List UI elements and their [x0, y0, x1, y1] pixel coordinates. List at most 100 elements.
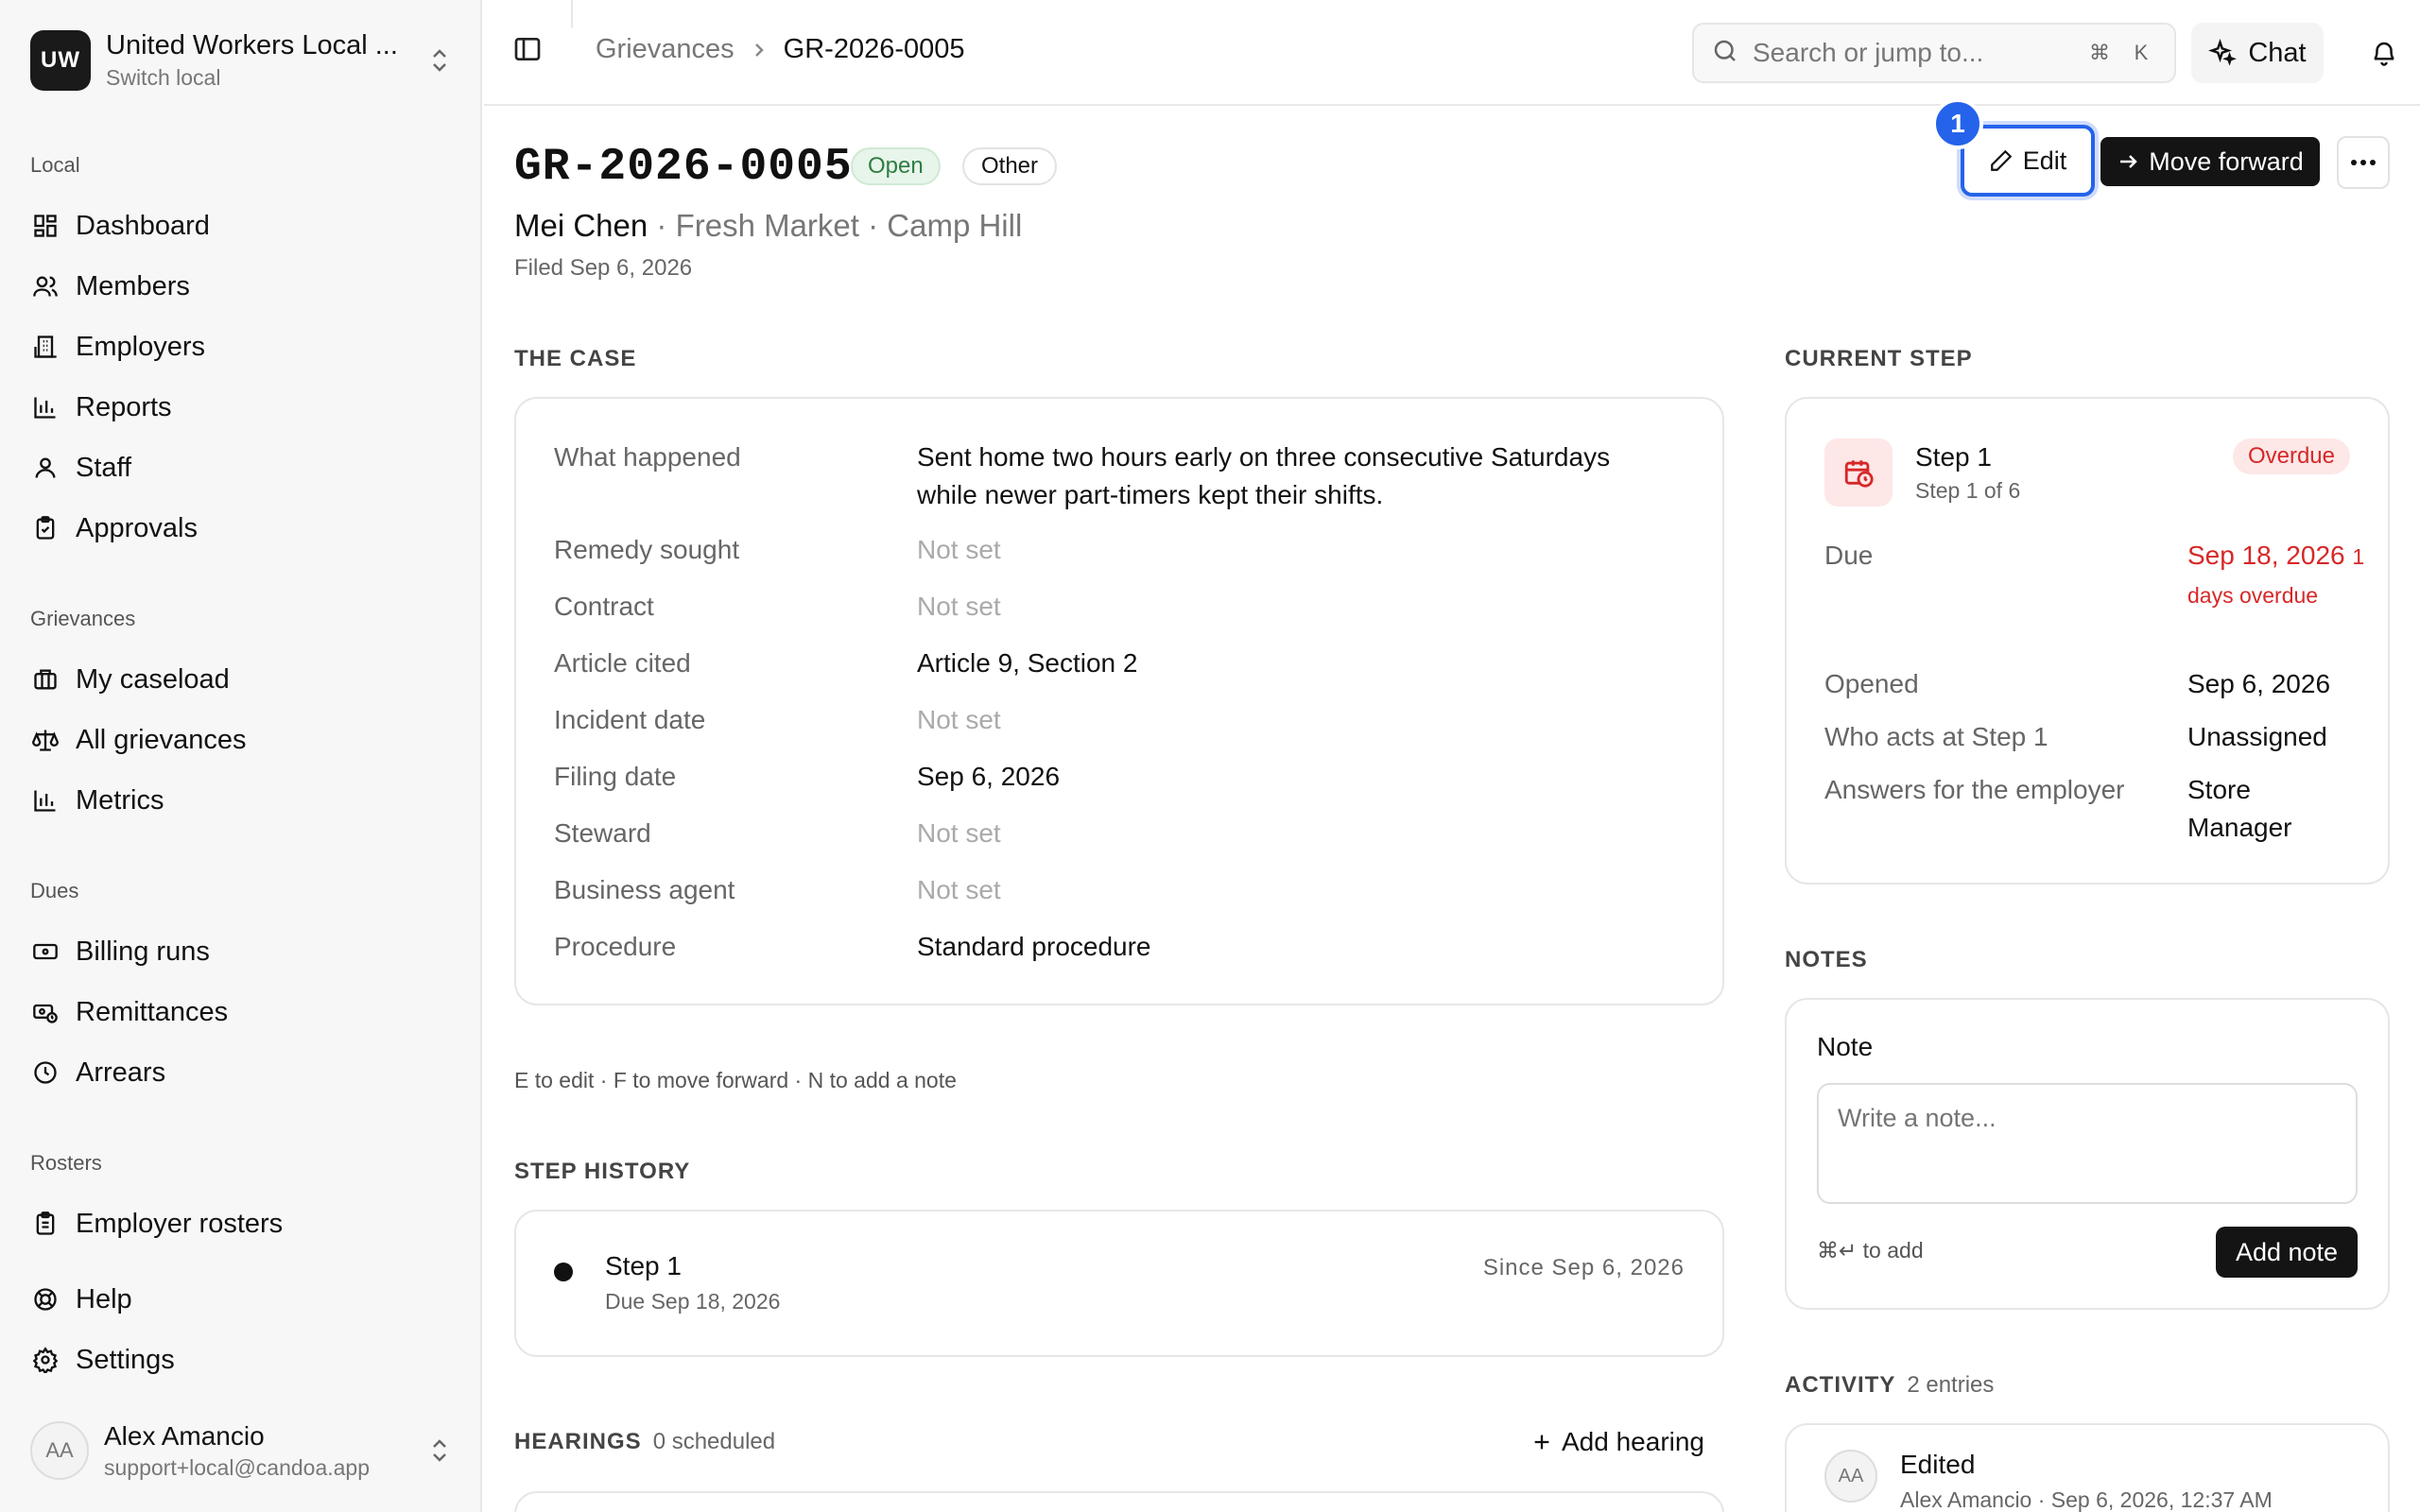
label-what-happened: What happened — [554, 442, 741, 472]
label-article-cited: Article cited — [554, 648, 691, 678]
sidebar-item-label: Metrics — [76, 784, 164, 816]
add-hearing-button[interactable]: Add hearing — [1531, 1427, 1704, 1457]
nav-section-grievances: Grievances — [30, 607, 136, 630]
sidebar-item-help[interactable]: Help — [30, 1276, 446, 1323]
sidebar-item-label: Employers — [76, 331, 205, 362]
value-what-happened: Sent home two hours early on three conse… — [917, 442, 1611, 509]
label-procedure: Procedure — [554, 932, 677, 961]
edit-label: Edit — [2022, 146, 2067, 175]
section-hearings: HEARINGS 0 scheduled — [514, 1429, 775, 1455]
local-switcher[interactable]: UW United Workers Local ... Switch local — [30, 30, 454, 91]
clipboard-list-icon — [30, 1209, 60, 1239]
section-the-case: THE CASE — [514, 346, 637, 371]
note-textarea[interactable] — [1817, 1083, 2358, 1204]
value-business-agent: Not set — [917, 875, 1001, 904]
label-business-agent: Business agent — [554, 875, 735, 904]
sidebar-item-arrears[interactable]: Arrears — [30, 1049, 446, 1096]
sidebar-item-staff[interactable]: Staff — [30, 444, 446, 491]
activity-card: AA Edited Alex Amancio · Sep 6, 2026, 12… — [1785, 1423, 2390, 1512]
sidebar-item-reports[interactable]: Reports — [30, 384, 446, 431]
note-shortcut-hint: ⌘↵ to add — [1817, 1238, 1924, 1263]
edit-button[interactable]: Edit — [1961, 125, 2095, 197]
search-input[interactable]: Search or jump to... ⌘ K — [1692, 23, 2176, 83]
user-name: Alex Amancio — [104, 1420, 265, 1451]
banknote-icon — [30, 936, 60, 967]
breadcrumb-grievances[interactable]: Grievances — [596, 34, 735, 65]
employer-location: · Fresh Market · Camp Hill — [656, 208, 1023, 243]
sidebar: UW United Workers Local ... Switch local… — [0, 0, 482, 1512]
sidebar-item-metrics[interactable]: Metrics — [30, 777, 446, 824]
label-incident-date: Incident date — [554, 705, 706, 734]
breadcrumb-current: GR-2026-0005 — [783, 34, 965, 64]
sidebar-item-members[interactable]: Members — [30, 263, 446, 310]
user-email: support+local@candoa.app — [104, 1454, 371, 1480]
label-opened: Opened — [1824, 669, 1919, 698]
shortcuts-hint: E to edit · F to move forward · N to add… — [514, 1068, 957, 1092]
sidebar-item-remittances[interactable]: Remittances — [30, 988, 446, 1036]
chevron-updown-icon — [425, 1432, 454, 1469]
users-icon — [30, 271, 60, 301]
value-steward: Not set — [917, 818, 1001, 848]
sidebar-item-all-grievances[interactable]: All grievances — [30, 716, 446, 764]
activity-title: ACTIVITY — [1785, 1372, 1896, 1398]
sidebar-item-approvals[interactable]: Approvals — [30, 505, 446, 552]
sidebar-item-employers[interactable]: Employers — [30, 323, 446, 370]
plus-icon — [1531, 1432, 1552, 1452]
sidebar-item-dashboard[interactable]: Dashboard — [30, 202, 446, 249]
page-title: GR-2026-0005 — [514, 142, 853, 193]
org-name: United Workers Local ... — [106, 30, 398, 60]
more-options-button[interactable] — [2337, 136, 2390, 189]
topbar: Grievances GR-2026-0005 Search or jump t… — [484, 0, 2420, 106]
bar-chart-icon — [30, 392, 60, 422]
clipboard-check-icon — [30, 513, 60, 543]
user-menu[interactable]: AA Alex Amancio support+local@candoa.app — [30, 1418, 454, 1484]
chat-button[interactable]: Chat — [2191, 23, 2324, 83]
status-badge: Open — [851, 147, 941, 185]
clock-icon — [30, 1057, 60, 1088]
sidebar-item-settings[interactable]: Settings — [30, 1336, 446, 1383]
label-filing-date: Filing date — [554, 762, 677, 791]
building-icon — [30, 332, 60, 362]
sidebar-item-label: Billing runs — [76, 936, 210, 967]
nav-section-rosters: Rosters — [30, 1151, 102, 1175]
section-notes: NOTES — [1785, 947, 1868, 972]
activity-avatar: AA — [1824, 1450, 1877, 1503]
user-icon — [30, 453, 60, 483]
sidebar-item-label: Help — [76, 1283, 132, 1314]
sidebar-item-my-caseload[interactable]: My caseload — [30, 656, 446, 703]
note-label: Note — [1817, 1032, 1874, 1061]
step-dot — [554, 1263, 573, 1281]
value-procedure: Standard procedure — [917, 932, 1151, 961]
sparkles-icon — [2208, 39, 2238, 67]
bar-chart-icon — [30, 785, 60, 816]
add-note-button[interactable]: Add note — [2216, 1227, 2358, 1278]
case-details-card: What happened Sent home two hours early … — [514, 397, 1724, 1005]
sidebar-toggle-icon[interactable] — [512, 34, 550, 72]
ellipsis-icon — [2350, 154, 2377, 171]
shortcut-k: K — [2134, 41, 2149, 64]
search-placeholder: Search or jump to... — [1753, 38, 1984, 67]
sidebar-item-billing-runs[interactable]: Billing runs — [30, 928, 446, 975]
move-forward-button[interactable]: Move forward — [2100, 137, 2320, 186]
activity-count: 2 entries — [1907, 1372, 1995, 1398]
member-name[interactable]: Mei Chen — [514, 208, 648, 243]
value-answers-for-employer: Store Manager — [2187, 775, 2292, 842]
sidebar-item-employer-rosters[interactable]: Employer rosters — [30, 1200, 446, 1247]
value-who-acts: Unassigned — [2187, 722, 2327, 751]
hearings-card — [514, 1491, 1724, 1512]
value-remedy-sought: Not set — [917, 535, 1001, 564]
sidebar-item-label: Arrears — [76, 1057, 166, 1088]
category-badge: Other — [962, 147, 1058, 185]
divider — [571, 0, 573, 28]
label-who-acts: Who acts at Step 1 — [1824, 722, 2048, 751]
gear-icon — [30, 1345, 60, 1375]
switch-local-label: Switch local — [106, 65, 221, 90]
label-remedy-sought: Remedy sought — [554, 535, 740, 564]
case-subtitle: Mei Chen · Fresh Market · Camp Hill — [514, 208, 1022, 244]
activity-entry-meta: Alex Amancio · Sep 6, 2026, 12:37 AM — [1900, 1487, 2273, 1512]
chat-label: Chat — [2248, 37, 2307, 68]
label-due: Due — [1824, 541, 1874, 570]
bell-icon[interactable] — [2365, 34, 2403, 72]
sidebar-item-label: My caseload — [76, 663, 230, 695]
history-step-since: Since Sep 6, 2026 — [1482, 1255, 1685, 1280]
